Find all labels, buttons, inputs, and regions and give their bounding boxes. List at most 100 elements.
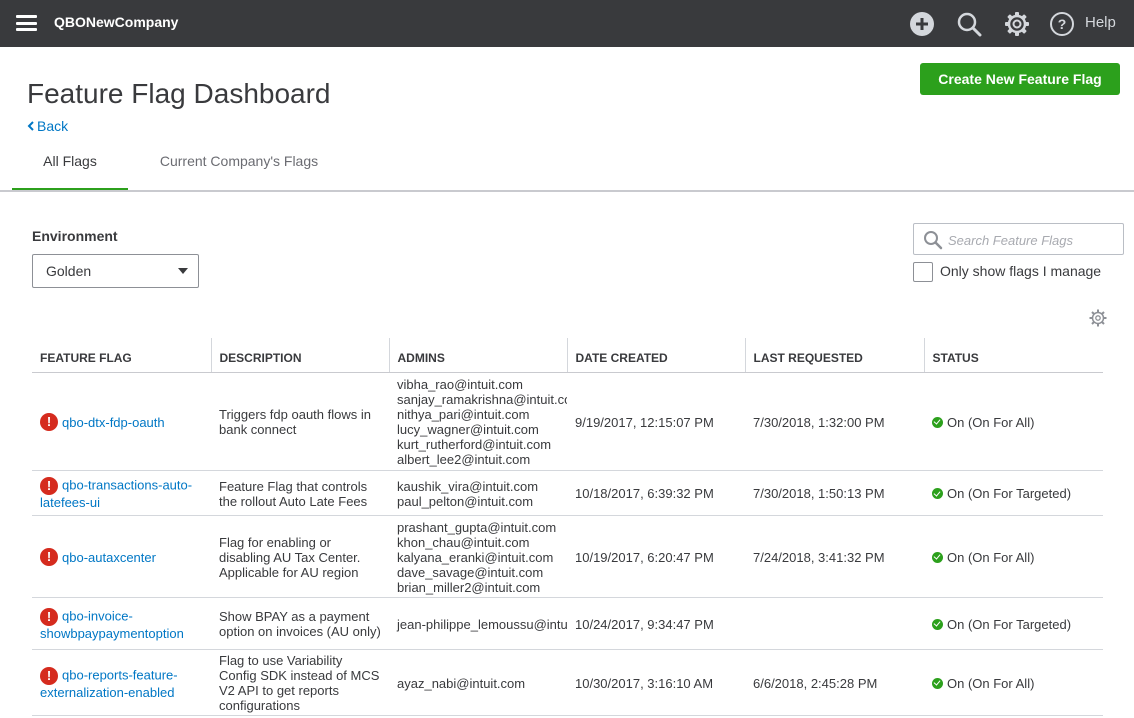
description-cell: Flag for enabling or disabling AU Tax Ce… (211, 515, 389, 598)
feature-flag-link[interactable]: qbo-autaxcenter (62, 550, 156, 565)
feature-flag-cell: ! qbo-dtx-fdp-oauth (40, 413, 203, 431)
chevron-left-icon (27, 121, 34, 131)
table-row[interactable]: ! qbo-invoice-showbpaypaymentoption Show … (32, 597, 1103, 650)
feature-flag-link[interactable]: qbo-invoice-showbpaypaymentoption (40, 608, 184, 641)
feature-flags-table: FEATURE FLAG DESCRIPTION ADMINS DATE CRE… (32, 338, 1103, 716)
date-created-cell: 10/24/2017, 9:34:47 PM (567, 597, 745, 650)
feature-flag-cell: ! qbo-reports-feature-externalization-ena… (40, 666, 203, 700)
feature-flag-cell: ! qbo-transactions-auto-latefees-ui (40, 477, 203, 510)
last-requested-cell (745, 597, 924, 650)
description-cell: Triggers fdp oauth flows in bank connect (211, 372, 389, 471)
search-icon[interactable] (956, 11, 982, 37)
admin-email: prashant_gupta@intuit.com (397, 519, 557, 535)
environment-label: Environment (32, 228, 118, 244)
admin-email: albert_lee2@intuit.com (397, 452, 531, 467)
last-requested-cell: 7/30/2018, 1:50:13 PM (745, 470, 924, 516)
date-created-cell: 10/30/2017, 3:16:10 AM (567, 649, 745, 716)
search-icon (924, 231, 943, 250)
table-header-row: FEATURE FLAG DESCRIPTION ADMINS DATE CRE… (32, 338, 1103, 373)
svg-text:?: ? (1058, 16, 1067, 32)
company-name[interactable]: QBONewCompany (54, 14, 178, 30)
error-icon: ! (40, 413, 58, 431)
table-row[interactable]: ! qbo-dtx-fdp-oauth Triggers fdp oauth fl… (32, 372, 1103, 471)
status-text: On (On For Targeted) (947, 486, 1072, 501)
description-cell: Flag to use Variability Config SDK inste… (211, 649, 389, 716)
admin-email: ayaz_nabi@intuit.com (397, 675, 526, 691)
help-label[interactable]: Help (1085, 14, 1116, 31)
feature-flag-link[interactable]: qbo-transactions-auto-latefees-ui (40, 477, 192, 510)
table-row[interactable]: ! qbo-transactions-auto-latefees-ui Featu… (32, 470, 1103, 516)
create-feature-flag-button[interactable]: Create New Feature Flag (920, 63, 1120, 95)
table-row[interactable]: ! qbo-autaxcenter Flag for enabling or di… (32, 515, 1103, 598)
check-circle-icon (932, 416, 943, 428)
admin-email: kurt_rutherford@intuit.com (397, 437, 552, 452)
status-cell: On (On For Targeted) (932, 617, 1095, 632)
admins-cell: kaushik_vira@intuit.com paul_pelton@intu… (389, 470, 567, 516)
status-cell: On (On For All) (932, 676, 1095, 691)
status-text: On (On For All) (947, 414, 1035, 430)
admin-email: jean-philippe_lemoussu@intuit.com (397, 616, 567, 632)
menu-icon[interactable] (16, 15, 37, 31)
column-header-admins[interactable]: ADMINS (389, 338, 568, 373)
admin-email: sanjay_ramakrishna@intuit.com (397, 392, 567, 407)
column-header-feature-flag[interactable]: FEATURE FLAG (32, 338, 212, 373)
top-bar: QBONewCompany ? Help (0, 0, 1134, 47)
only-my-flags-checkbox[interactable] (913, 262, 933, 282)
admin-email: nithya_pari@intuit.com (397, 407, 530, 422)
column-header-last-requested[interactable]: LAST REQUESTED (745, 338, 925, 373)
admin-email: paul_pelton@intuit.com (397, 493, 534, 509)
check-circle-icon (932, 488, 943, 499)
date-created-cell: 9/19/2017, 12:15:07 PM (567, 372, 745, 471)
feature-flag-cell: ! qbo-invoice-showbpaypaymentoption (40, 607, 203, 641)
admin-email: lucy_wagner@intuit.com (397, 422, 539, 437)
description-cell: Show BPAY as a payment option on invoice… (211, 597, 389, 650)
error-icon: ! (40, 548, 58, 566)
tab-current-company-flags[interactable]: Current Company's Flags (128, 150, 350, 191)
check-circle-icon (932, 618, 943, 630)
admin-email: dave_savage@intuit.com (397, 564, 544, 580)
search-input[interactable] (948, 230, 1118, 250)
back-label: Back (37, 118, 69, 134)
column-header-description[interactable]: DESCRIPTION (211, 338, 390, 373)
table-settings-gear-icon[interactable] (1089, 309, 1107, 327)
caret-down-icon (178, 268, 188, 274)
help-icon[interactable]: ? (1049, 11, 1075, 37)
table-row[interactable]: ! qbo-reports-feature-externalization-ena… (32, 649, 1103, 716)
error-icon: ! (40, 666, 58, 685)
feature-flag-cell: ! qbo-autaxcenter (40, 548, 203, 566)
column-header-date-created[interactable]: DATE CREATED (567, 338, 746, 373)
admin-email: brian_miller2@intuit.com (397, 579, 541, 595)
page-title: Feature Flag Dashboard (27, 78, 331, 109)
back-link[interactable]: Back (27, 118, 68, 134)
status-cell: On (On For All) (932, 415, 1095, 430)
check-circle-icon (932, 551, 943, 563)
gear-icon[interactable] (1004, 11, 1030, 37)
last-requested-cell: 7/24/2018, 3:41:32 PM (745, 515, 924, 598)
plus-icon[interactable] (909, 11, 935, 37)
last-requested-cell: 6/6/2018, 2:45:28 PM (745, 649, 924, 716)
check-circle-icon (932, 677, 943, 689)
only-my-flags-label[interactable]: Only show flags I manage (940, 263, 1101, 279)
environment-value: Golden (46, 263, 92, 279)
status-cell: On (On For Targeted) (932, 486, 1095, 501)
admin-email: kalyana_eranki@intuit.com (397, 549, 554, 565)
admins-cell: ayaz_nabi@intuit.com (389, 649, 567, 716)
feature-flag-link[interactable]: qbo-dtx-fdp-oauth (62, 415, 165, 430)
admin-email: vibha_rao@intuit.com (397, 377, 523, 392)
admins-cell: jean-philippe_lemoussu@intuit.com (389, 597, 567, 650)
main-content: Feature Flag Dashboard Create New Featur… (0, 47, 1134, 718)
admins-cell: prashant_gupta@intuit.com khon_chau@intu… (389, 515, 567, 598)
status-text: On (On For All) (947, 675, 1035, 691)
last-requested-cell: 7/30/2018, 1:32:00 PM (745, 372, 924, 471)
admin-email: kaushik_vira@intuit.com (397, 478, 539, 494)
status-cell: On (On For All) (932, 550, 1095, 565)
status-text: On (On For All) (947, 549, 1035, 565)
description-cell: Feature Flag that controls the rollout A… (211, 470, 389, 516)
error-icon: ! (40, 477, 58, 495)
tab-all-flags[interactable]: All Flags (12, 150, 128, 191)
status-text: On (On For Targeted) (947, 616, 1072, 632)
tab-divider (0, 190, 1134, 192)
column-header-status[interactable]: STATUS (924, 338, 1103, 373)
feature-flag-link[interactable]: qbo-reports-feature-externalization-enab… (40, 667, 178, 700)
environment-dropdown[interactable]: Golden (32, 254, 199, 288)
